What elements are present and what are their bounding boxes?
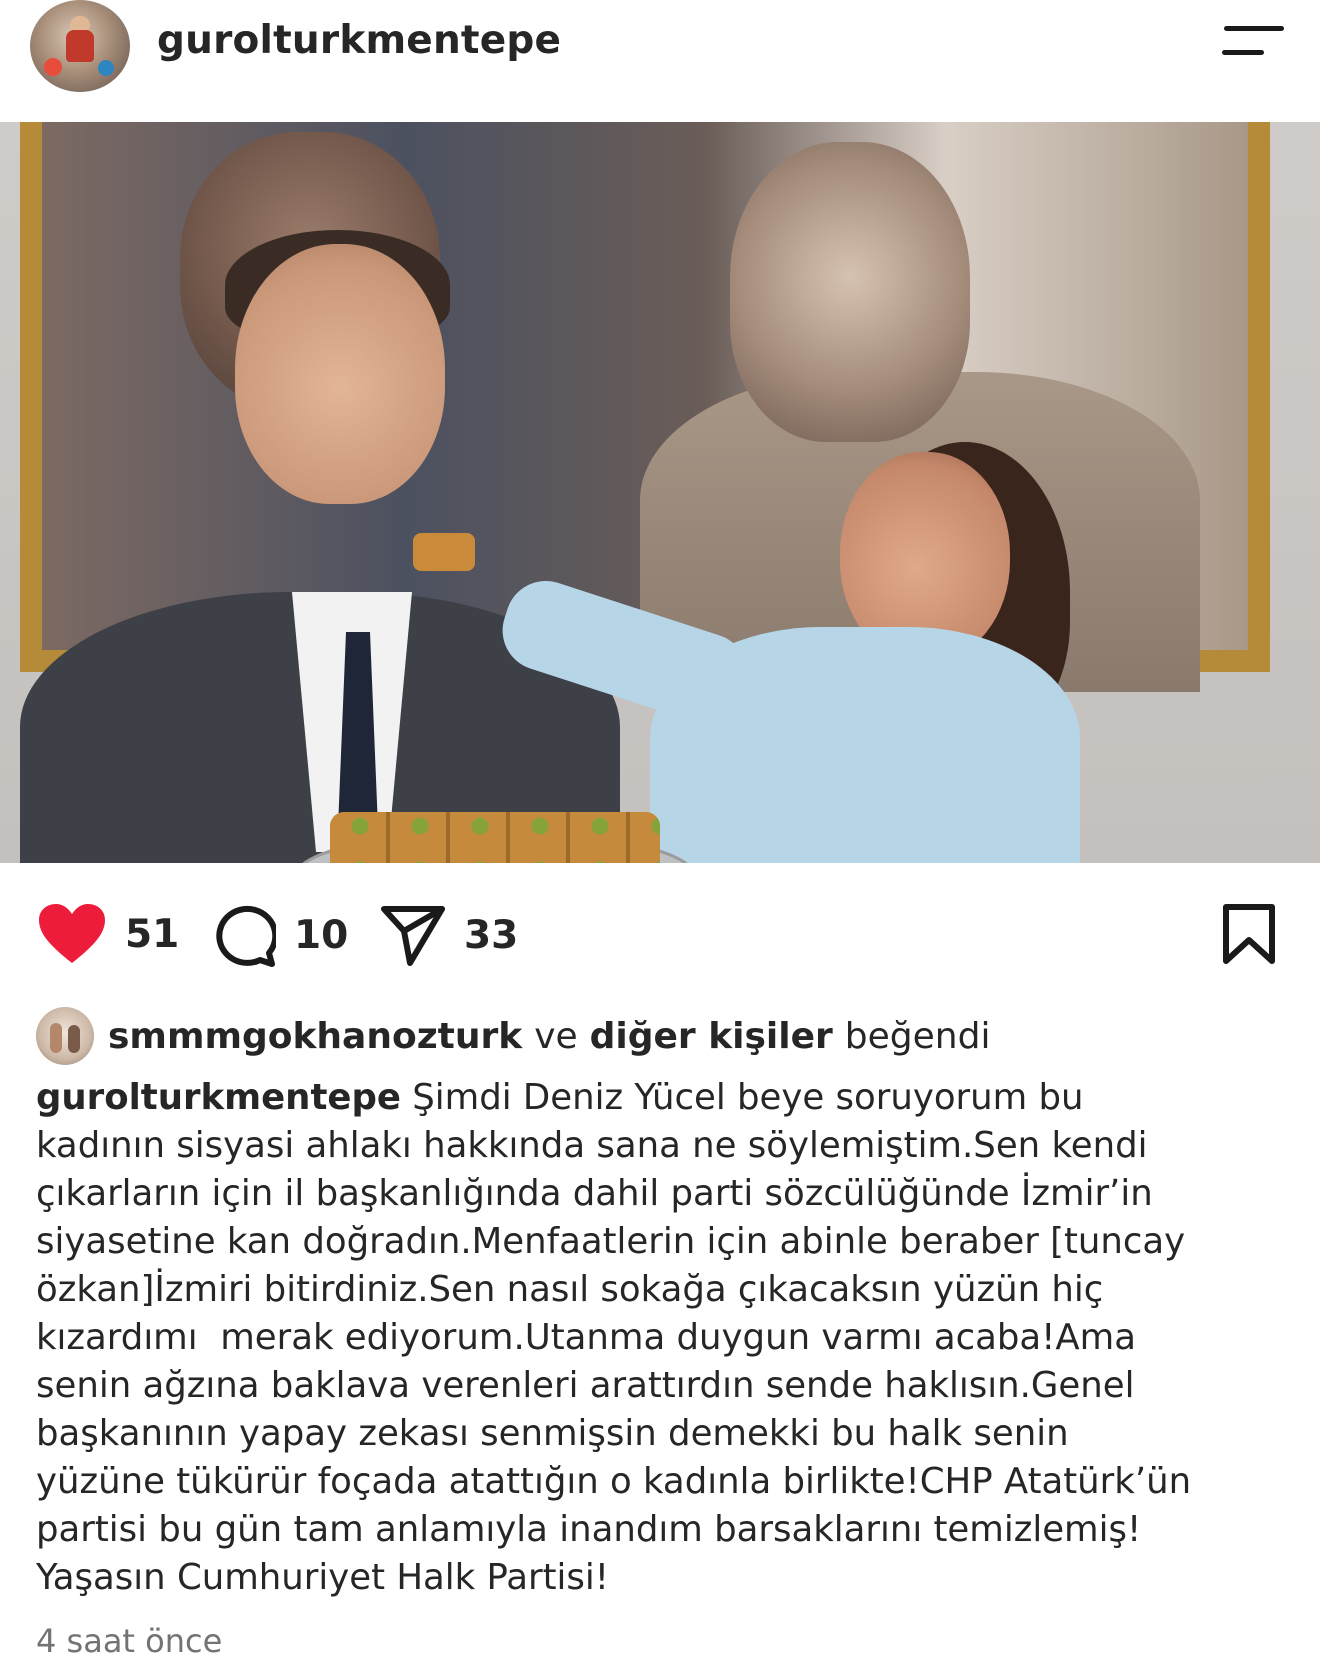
post-username[interactable]: gurolturkmentepe (157, 18, 561, 63)
profile-avatar[interactable] (30, 0, 130, 92)
liked-others-link[interactable]: diğer kişiler (590, 1016, 833, 1057)
caption-text: Şimdi Deniz Yücel beye soruyorum bu kadı… (36, 1077, 1192, 1598)
liked-connector: ve (534, 1015, 578, 1057)
send-icon (381, 906, 445, 966)
liker-avatar-figure (68, 1025, 80, 1053)
comment-icon (216, 905, 276, 967)
like-count: 51 (125, 911, 180, 957)
share-button[interactable]: 33 (380, 903, 518, 967)
liked-suffix: beğendi (844, 1015, 991, 1057)
liker-avatar-figure (50, 1023, 62, 1053)
avatar-figure-body (66, 30, 94, 62)
post-caption: gurolturkmentepe Şimdi Deniz Yücel beye … (36, 1074, 1298, 1602)
photo-baklava (330, 812, 660, 863)
menu-icon[interactable] (1222, 24, 1284, 60)
save-button[interactable] (1221, 903, 1277, 969)
menu-line (1222, 50, 1264, 55)
like-button[interactable]: 51 (37, 903, 179, 965)
post-timestamp: 4 saat önce (36, 1622, 223, 1660)
caption-username[interactable]: gurolturkmentepe (36, 1077, 401, 1118)
post-photo[interactable] (0, 122, 1320, 863)
share-count: 33 (464, 912, 519, 958)
liker-avatar[interactable] (36, 1007, 94, 1065)
avatar-balloon (44, 58, 62, 76)
comment-button[interactable]: 10 (212, 903, 348, 967)
photo-portrait-face (730, 142, 970, 442)
liker-username[interactable]: smmmgokhanozturk (108, 1016, 522, 1057)
photo-baklava-piece (413, 533, 475, 571)
comment-count: 10 (294, 912, 349, 958)
liked-by-line[interactable]: smmmgokhanozturk ve diğer kişiler beğend… (36, 1007, 991, 1065)
heart-icon (39, 904, 105, 963)
avatar-balloon (98, 60, 114, 76)
post-header: gurolturkmentepe (0, 0, 1320, 122)
action-bar: 51 10 33 (0, 863, 1320, 993)
photo-man-face (235, 244, 445, 504)
bookmark-icon (1223, 904, 1275, 964)
menu-line (1224, 26, 1284, 31)
